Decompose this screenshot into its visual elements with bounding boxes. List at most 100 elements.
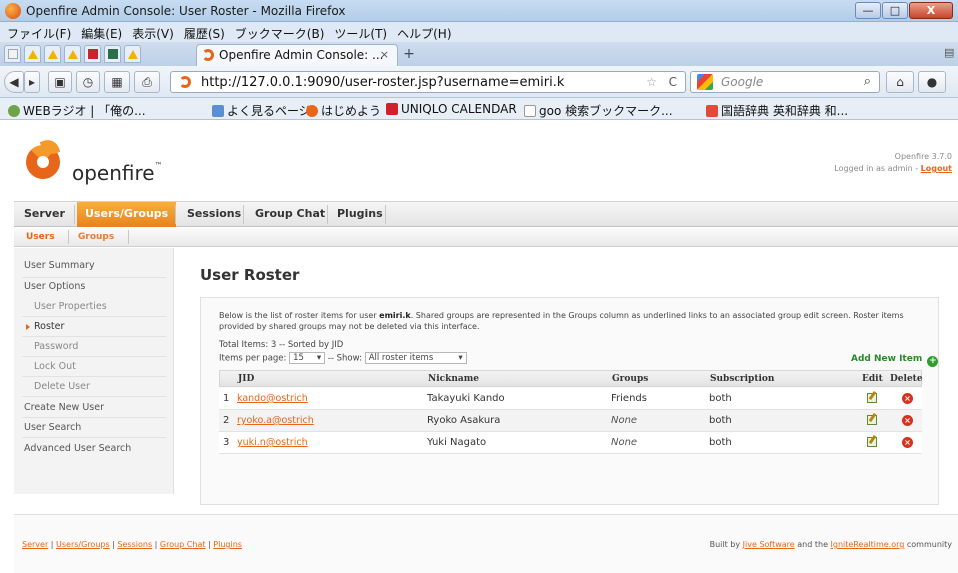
bookmarks-bar: WEBラジオ | 「俺の... よく見るページ はじめよう UNIQLO CAL… xyxy=(0,98,958,120)
pinned-tab-5[interactable] xyxy=(84,45,101,63)
menu-edit[interactable]: 編集(E) xyxy=(76,22,127,42)
tab-users-groups[interactable]: Users/Groups xyxy=(77,202,177,227)
search-icon[interactable]: ⌕ xyxy=(864,74,871,89)
clock-icon: ◷ xyxy=(82,75,94,89)
edit-icon[interactable] xyxy=(867,415,877,425)
url-text[interactable]: http://127.0.0.1:9090/user-roster.jsp?us… xyxy=(201,75,564,90)
sidebar-item-advanced-user-search[interactable]: Advanced User Search xyxy=(24,443,131,454)
col-nickname[interactable]: Nickname xyxy=(428,374,479,384)
show-filter-select[interactable]: All roster items ▾ xyxy=(364,352,467,364)
menu-view[interactable]: 表示(V) xyxy=(127,22,179,42)
menu-file[interactable]: ファイル(F) xyxy=(2,22,76,42)
menu-bookmarks[interactable]: ブックマーク(B) xyxy=(230,22,330,42)
tab-openfire[interactable]: Openfire Admin Console: ... × xyxy=(196,44,398,66)
ignite-realtime-link[interactable]: IgniteRealtime.org xyxy=(831,540,905,549)
reload-icon[interactable]: C xyxy=(669,75,677,89)
footer-link-group-chat[interactable]: Group Chat xyxy=(160,540,206,549)
table-row: 1 kando@ostrich Takayuki Kando Friends b… xyxy=(219,388,922,410)
history-button[interactable]: ◷ xyxy=(76,71,100,93)
bookmark-item[interactable]: goo 検索ブックマーク... xyxy=(524,102,673,119)
star-icon[interactable]: ☆ xyxy=(646,75,657,89)
jive-software-link[interactable]: Jive Software xyxy=(743,540,795,549)
per-page-select[interactable]: 15 ▾ xyxy=(289,352,326,364)
bookmark-item[interactable]: UNIQLO CALENDAR xyxy=(386,102,517,116)
print-button[interactable]: ⎙ xyxy=(134,71,160,93)
tab-plugins[interactable]: Plugins xyxy=(337,202,383,227)
delete-icon[interactable]: × xyxy=(902,393,913,404)
jid-link[interactable]: yuki.n@ostrich xyxy=(237,437,308,448)
m-icon xyxy=(88,49,98,59)
pinned-tab-2[interactable] xyxy=(24,45,41,63)
close-button[interactable]: X xyxy=(909,2,953,19)
minimize-button[interactable]: — xyxy=(855,2,881,19)
bookmark-item[interactable]: 国語辞典 英和辞典 和... xyxy=(706,102,848,119)
pinned-tab-3[interactable] xyxy=(44,45,61,63)
tab-sessions[interactable]: Sessions xyxy=(187,202,241,227)
tab-list-icon[interactable]: ▤ xyxy=(944,46,954,59)
bookmark-item[interactable]: はじめよう xyxy=(306,102,381,119)
sidebar-item-create-new-user[interactable]: Create New User xyxy=(24,402,104,413)
window-button[interactable]: ▣ xyxy=(48,71,72,93)
menu-help[interactable]: ヘルプ(H) xyxy=(392,22,456,42)
page-icon xyxy=(524,105,536,117)
sidebar-item-user-search[interactable]: User Search xyxy=(24,422,81,433)
home-button[interactable]: ⌂ xyxy=(886,71,914,93)
footer-link-plugins[interactable]: Plugins xyxy=(213,540,242,549)
subtab-groups[interactable]: Groups xyxy=(78,228,114,246)
bookmark-item[interactable]: よく見るページ xyxy=(212,102,311,119)
version-text: Openfire 3.7.0 xyxy=(894,152,952,161)
footer-link-server[interactable]: Server xyxy=(22,540,48,549)
search-bar[interactable]: Google ⌕ xyxy=(690,71,880,93)
tab-server[interactable]: Server xyxy=(24,202,65,227)
new-tab-button[interactable]: + xyxy=(401,46,417,63)
warning-icon xyxy=(68,49,78,59)
delete-icon[interactable]: × xyxy=(902,437,913,448)
add-new-item-link[interactable]: Add New Item + xyxy=(851,354,939,367)
pinned-tab-4[interactable] xyxy=(64,45,81,63)
maximize-button[interactable]: □ xyxy=(882,2,908,19)
pinned-tab-1[interactable] xyxy=(4,45,21,63)
sidebar-item-user-options[interactable]: User Options xyxy=(24,281,85,292)
subscription: both xyxy=(709,437,732,448)
sidebar-item-lock-out[interactable]: Lock Out xyxy=(34,361,76,372)
per-page-label: Items per page: xyxy=(219,353,287,364)
nickname: Ryoko Asakura xyxy=(427,415,501,426)
jid-link[interactable]: ryoko.a@ostrich xyxy=(237,415,314,426)
extension-button[interactable]: ● xyxy=(918,71,946,93)
sidebar-item-user-properties[interactable]: User Properties xyxy=(34,301,107,312)
logged-in-text: Logged in as admin - xyxy=(834,164,919,173)
sidebar-item-password[interactable]: Password xyxy=(34,341,78,352)
col-jid[interactable]: JID xyxy=(238,374,254,384)
pinned-tab-6[interactable] xyxy=(104,45,121,63)
jid-link[interactable]: kando@ostrich xyxy=(237,393,308,404)
menu-history[interactable]: 履歴(S) xyxy=(179,22,230,42)
footer-link-sessions[interactable]: Sessions xyxy=(117,540,152,549)
edit-icon[interactable] xyxy=(867,437,877,447)
tab-close-icon[interactable]: × xyxy=(380,48,389,61)
sidebar-item-user-summary[interactable]: User Summary xyxy=(24,260,95,271)
col-groups[interactable]: Groups xyxy=(612,374,648,384)
table-row: 2 ryoko.a@ostrich Ryoko Asakura None bot… xyxy=(219,410,922,432)
home-icon: ⌂ xyxy=(896,75,904,89)
sidebar-item-roster[interactable]: Roster xyxy=(34,321,64,332)
col-subscription[interactable]: Subscription xyxy=(710,374,774,384)
footer-link-users-groups[interactable]: Users/Groups xyxy=(56,540,110,549)
subtab-users[interactable]: Users xyxy=(26,228,55,246)
sidebar-item-delete-user[interactable]: Delete User xyxy=(34,381,90,392)
current-arrow-icon xyxy=(26,324,30,330)
back-button[interactable]: ◀ xyxy=(4,71,24,93)
pinned-tab-7[interactable] xyxy=(124,45,141,63)
show-label: -- Show: xyxy=(327,353,362,364)
edit-icon[interactable] xyxy=(867,393,877,403)
url-bar[interactable]: http://127.0.0.1:9090/user-roster.jsp?us… xyxy=(170,71,686,93)
google-icon[interactable] xyxy=(697,74,713,90)
tab-group-chat[interactable]: Group Chat xyxy=(255,202,325,227)
logout-link[interactable]: Logout xyxy=(921,164,952,173)
delete-icon[interactable]: × xyxy=(902,415,913,426)
bookmark-item[interactable]: WEBラジオ | 「俺の... xyxy=(8,102,146,119)
screen-button[interactable]: ▦ xyxy=(104,71,130,93)
window-icon: ▣ xyxy=(54,75,66,89)
menu-tools[interactable]: ツール(T) xyxy=(329,22,392,42)
forward-button[interactable]: ▸ xyxy=(24,71,40,93)
total-items: Total Items: 3 -- Sorted by JID xyxy=(219,340,344,350)
